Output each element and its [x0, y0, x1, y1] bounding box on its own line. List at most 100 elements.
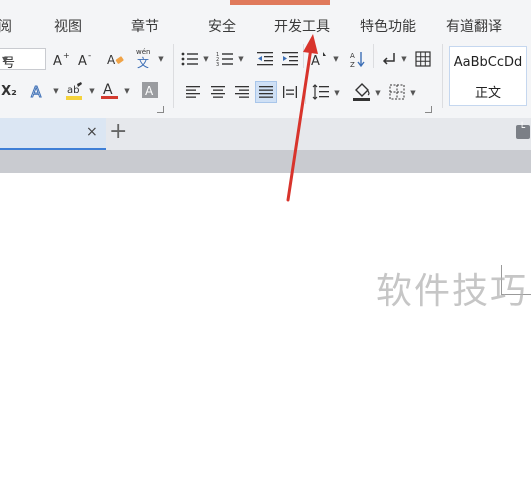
svg-text:A: A	[350, 52, 355, 60]
character-shading-icon: A	[142, 82, 158, 98]
text-effect-button[interactable]: A	[310, 49, 330, 69]
justify-button[interactable]	[255, 81, 277, 103]
chevron-down-icon[interactable]: ▼	[333, 89, 341, 97]
tab-youdao-translate[interactable]: 有道翻译	[446, 16, 502, 36]
align-right-button[interactable]	[233, 83, 251, 101]
decrease-indent-button[interactable]	[256, 50, 274, 68]
svg-text:Z: Z	[350, 61, 355, 68]
table-button[interactable]	[414, 49, 432, 69]
divider	[305, 78, 306, 104]
watermark-text: 软件技巧	[376, 271, 529, 312]
divider	[373, 44, 374, 68]
table-grid-icon	[415, 51, 431, 67]
shading-button[interactable]	[352, 81, 372, 103]
chevron-down-icon[interactable]: ▼	[157, 55, 165, 63]
chevron-down-icon: ▼	[2, 55, 9, 64]
align-justify-icon	[259, 86, 273, 98]
ribbon-toolbar: 号 ▼ A + A - A wén 文 ▼ ▼ 1 2 3 ▼ A ▼ A Z …	[0, 40, 531, 118]
svg-text:-: -	[88, 51, 91, 61]
chevron-down-icon[interactable]: ▼	[88, 87, 96, 95]
svg-text:A: A	[31, 83, 42, 100]
font-color-button[interactable]: A	[101, 80, 119, 102]
chevron-down-icon[interactable]: ▼	[409, 89, 417, 97]
active-tab-accent	[230, 0, 330, 5]
svg-text:3: 3	[216, 62, 219, 67]
corner-icon: └	[519, 123, 526, 134]
increase-indent-button[interactable]	[281, 50, 299, 68]
divider	[303, 44, 304, 68]
document-background	[0, 150, 531, 173]
tab-developer-tools[interactable]: 开发工具	[274, 16, 330, 36]
tab-review[interactable]: 阅	[0, 16, 12, 36]
character-shading-button[interactable]: A	[141, 81, 159, 99]
border-icon	[389, 84, 405, 100]
tab-view[interactable]: 视图	[54, 16, 82, 36]
indent-icon	[282, 52, 298, 66]
highlighter-icon: ab	[66, 82, 82, 100]
align-left-button[interactable]	[184, 83, 202, 101]
grow-font-icon: A +	[53, 51, 70, 68]
document-page[interactable]	[0, 173, 531, 499]
paint-bucket-icon	[353, 83, 370, 101]
align-right-icon	[235, 86, 249, 98]
shrink-font-icon: A -	[78, 51, 91, 68]
distributed-align-button[interactable]	[281, 83, 299, 101]
chevron-down-icon[interactable]: ▼	[123, 87, 131, 95]
text-outline-button[interactable]: A	[30, 80, 48, 102]
font-size-select[interactable]: 号 ▼	[0, 48, 46, 71]
chevron-down-icon[interactable]: ▼	[332, 55, 340, 63]
tab-security[interactable]: 安全	[208, 16, 236, 36]
numbering-button[interactable]: 1 2 3	[216, 50, 234, 68]
font-color-icon: A	[101, 82, 118, 99]
numbered-list-icon: 1 2 3	[216, 52, 233, 67]
bullets-button[interactable]	[181, 50, 199, 68]
svg-text:A: A	[107, 53, 116, 67]
svg-text:A: A	[311, 54, 320, 68]
chevron-down-icon[interactable]: ▼	[237, 55, 245, 63]
close-icon[interactable]: ×	[86, 124, 98, 140]
sort-icon: A Z	[350, 52, 365, 68]
enter-mark-icon	[382, 53, 395, 65]
clear-format-icon: A	[107, 53, 124, 67]
borders-button[interactable]	[388, 83, 406, 101]
grow-font-button[interactable]: A +	[52, 49, 70, 69]
document-tab-strip: × + └	[0, 118, 531, 150]
paragraph-group-launcher[interactable]	[425, 106, 432, 113]
phonetic-guide-button[interactable]: wén 文	[134, 45, 156, 71]
line-spacing-button[interactable]	[312, 83, 330, 101]
svg-text:A: A	[78, 54, 87, 68]
new-tab-button[interactable]: +	[109, 119, 127, 144]
tab-special-features[interactable]: 特色功能	[360, 16, 416, 36]
chevron-down-icon[interactable]: ▼	[202, 55, 210, 63]
phonetic-bottom: 文	[137, 55, 149, 70]
svg-text:A: A	[145, 84, 154, 98]
svg-text:+: +	[63, 51, 70, 60]
chevron-down-icon[interactable]: ▼	[52, 87, 60, 95]
clear-format-button[interactable]: A	[106, 49, 124, 69]
phonetic-guide-icon: wén 文	[136, 48, 150, 70]
style-preview-name: 正文	[474, 86, 501, 101]
style-normal-preview[interactable]: AaBbCcDd 正文	[449, 46, 527, 106]
shrink-font-button[interactable]: A -	[77, 49, 95, 69]
align-center-icon	[211, 86, 225, 98]
tab-chapter[interactable]: 章节	[131, 16, 159, 36]
align-center-button[interactable]	[209, 83, 227, 101]
line-spacing-icon	[312, 84, 329, 100]
bullet-list-icon	[181, 52, 198, 66]
phonetic-top: wén	[136, 48, 150, 56]
divider	[173, 44, 174, 108]
menu-bar: 阅 视图 章节 安全 开发工具 特色功能 有道翻译	[0, 0, 531, 40]
ribbon-collapse-button[interactable]: └	[516, 123, 530, 139]
sort-button[interactable]: A Z	[349, 49, 367, 69]
chevron-down-icon[interactable]: ▼	[374, 89, 382, 97]
svg-text:ab: ab	[67, 85, 79, 96]
paragraph-mark-button[interactable]	[380, 49, 398, 69]
document-tab[interactable]: ×	[0, 118, 106, 150]
style-preview-sample: AaBbCcDd	[453, 55, 523, 70]
text-outline-icon: A	[31, 83, 43, 101]
subscript-button[interactable]: X₂	[0, 80, 18, 102]
chevron-down-icon[interactable]: ▼	[400, 55, 408, 63]
highlight-button[interactable]: ab	[66, 80, 84, 102]
font-group-launcher[interactable]	[157, 106, 164, 113]
divider	[442, 44, 443, 108]
